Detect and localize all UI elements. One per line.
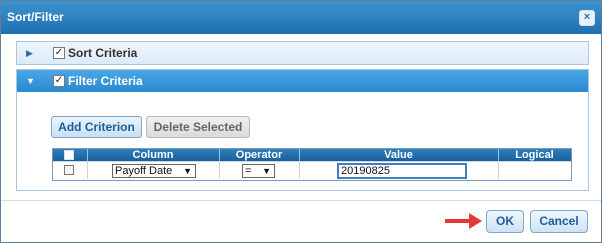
- red-arrow-icon: [445, 213, 482, 229]
- sort-criteria-checkbox[interactable]: ✓: [53, 47, 65, 59]
- add-criterion-button[interactable]: Add Criterion: [51, 116, 142, 138]
- filter-criteria-header[interactable]: ▼ ✓ Filter Criteria: [17, 70, 588, 92]
- sort-criteria-label: Sort Criteria: [68, 46, 138, 60]
- column-header-value[interactable]: Value: [299, 149, 498, 161]
- column-divider: [299, 161, 300, 179]
- column-divider: [498, 161, 499, 179]
- table-header: Column Operator Value Logical: [53, 149, 571, 161]
- delete-selected-button[interactable]: Delete Selected: [146, 116, 250, 138]
- dialog-titlebar[interactable]: Sort/Filter ×: [1, 1, 601, 34]
- sort-criteria-panel: ▶ ✓ Sort Criteria: [16, 41, 589, 65]
- column-divider: [219, 161, 220, 179]
- cancel-button[interactable]: Cancel: [530, 210, 588, 233]
- collapse-arrow-icon[interactable]: ▼: [26, 76, 35, 86]
- column-divider: [87, 161, 88, 179]
- column-select-value: Payoff Date: [115, 165, 173, 177]
- column-header-column[interactable]: Column: [87, 149, 219, 161]
- operator-select-value: =: [245, 165, 252, 177]
- dropdown-caret-icon: ▼: [262, 166, 271, 176]
- filter-criteria-label: Filter Criteria: [68, 74, 143, 88]
- value-input[interactable]: 20190825: [337, 163, 467, 179]
- select-all-checkbox[interactable]: [64, 150, 74, 160]
- row-select-checkbox[interactable]: [64, 165, 74, 175]
- filter-criteria-checkbox[interactable]: ✓: [53, 75, 65, 87]
- column-select[interactable]: Payoff Date ▼: [112, 164, 196, 178]
- expand-arrow-icon[interactable]: ▶: [26, 48, 33, 59]
- ok-button[interactable]: OK: [486, 210, 524, 233]
- close-icon: ×: [583, 11, 591, 23]
- dialog-title: Sort/Filter: [7, 10, 64, 24]
- filter-criteria-table: Column Operator Value Logical Payoff Dat…: [52, 148, 572, 181]
- column-header-operator[interactable]: Operator: [219, 149, 299, 161]
- sort-filter-dialog: Sort/Filter × ▶ ✓ Sort Criteria ▼ ✓ Filt…: [0, 0, 602, 243]
- operator-select[interactable]: = ▼: [242, 164, 275, 178]
- close-button[interactable]: ×: [579, 10, 595, 26]
- sort-criteria-header[interactable]: ▶ ✓ Sort Criteria: [17, 42, 588, 64]
- footer-divider: [1, 200, 601, 201]
- column-header-logical[interactable]: Logical: [498, 149, 571, 161]
- dropdown-caret-icon: ▼: [183, 166, 192, 176]
